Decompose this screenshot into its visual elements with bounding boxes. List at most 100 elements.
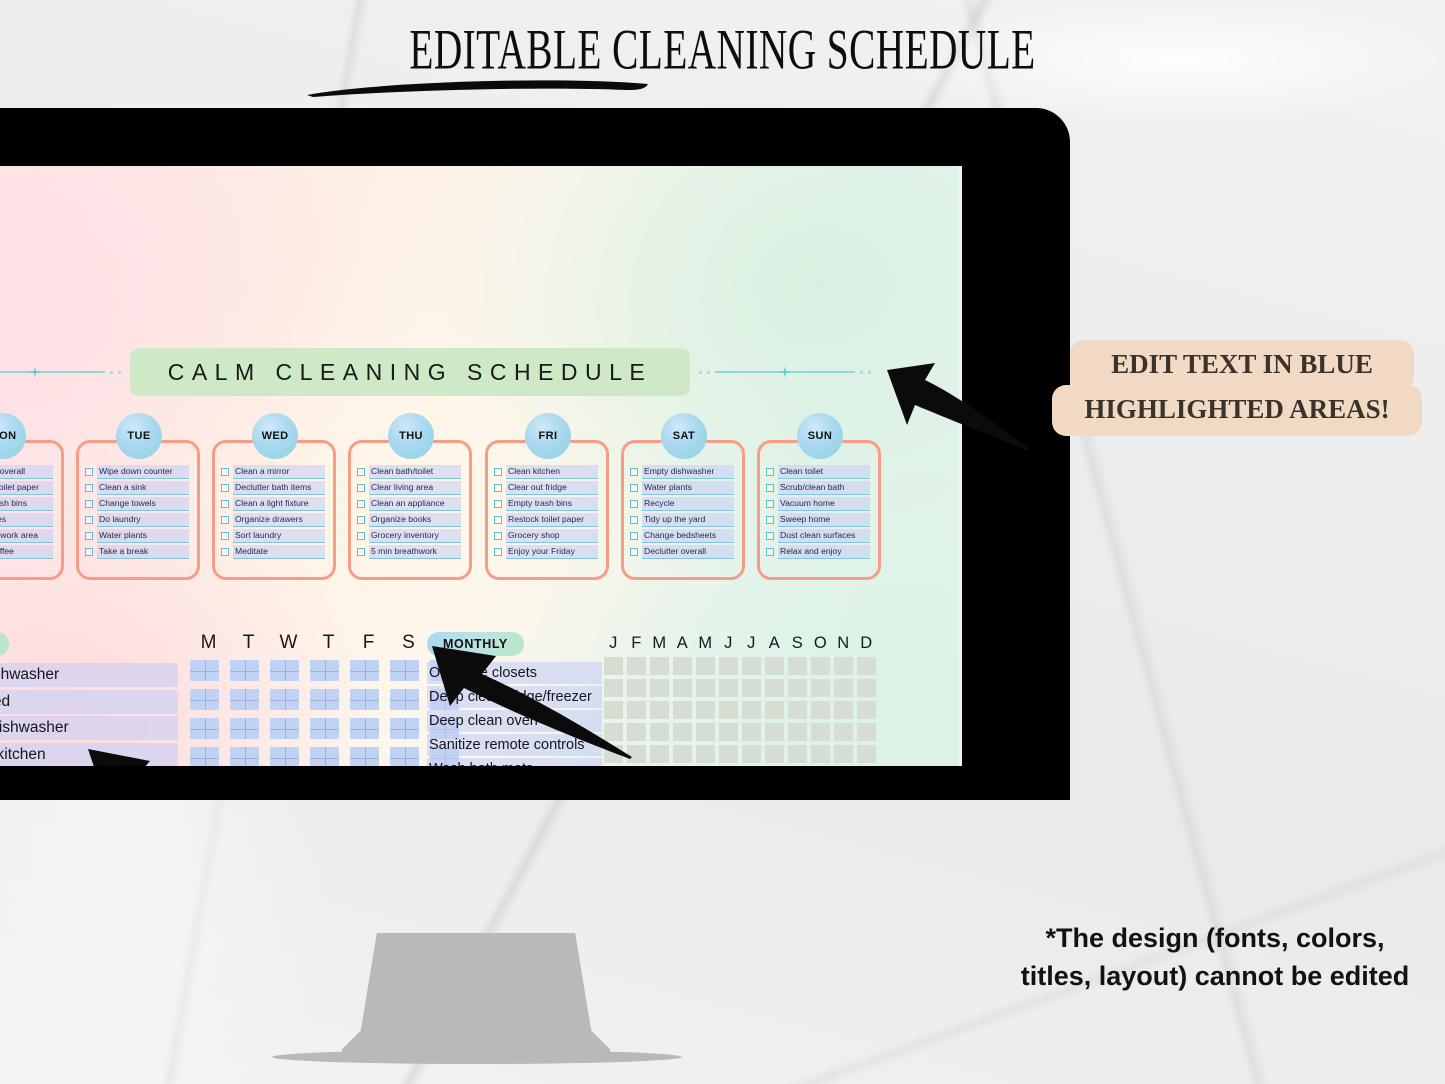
task-text-field[interactable]: Sweep home xyxy=(778,513,870,527)
monthly-grid-cell[interactable] xyxy=(811,723,830,741)
checkbox-icon[interactable] xyxy=(221,516,229,524)
monthly-grid-cell[interactable] xyxy=(650,701,669,719)
task-text-field[interactable]: Declutter bath items xyxy=(233,481,325,495)
monthly-grid-cell[interactable] xyxy=(696,723,715,741)
checkbox-icon[interactable] xyxy=(357,500,365,508)
checkbox-icon[interactable] xyxy=(494,548,502,556)
monthly-grid-cell[interactable] xyxy=(765,679,784,697)
task-text-field[interactable]: Grocery shop xyxy=(506,529,598,543)
monthly-grid-cell[interactable] xyxy=(719,701,738,719)
checkbox-icon[interactable] xyxy=(494,484,502,492)
daily-task-field[interactable]: Load dishwasher xyxy=(0,663,178,687)
monthly-grid-cell[interactable] xyxy=(742,679,761,697)
task-text-field[interactable]: Restock toilet paper xyxy=(506,513,598,527)
monthly-grid-cell[interactable] xyxy=(742,657,761,675)
daily-grid-cell[interactable] xyxy=(390,689,419,710)
task-text-field[interactable]: Organize drawers xyxy=(233,513,325,527)
monthly-grid-cell[interactable] xyxy=(719,723,738,741)
checkbox-icon[interactable] xyxy=(766,468,774,476)
daily-grid-cell[interactable] xyxy=(190,689,219,710)
task-text-field[interactable]: Change bedsheets xyxy=(642,529,734,543)
checkbox-icon[interactable] xyxy=(766,500,774,508)
checkbox-icon[interactable] xyxy=(85,500,93,508)
task-text-field[interactable]: Wipe down counter xyxy=(97,465,189,479)
checkbox-icon[interactable] xyxy=(221,500,229,508)
daily-grid-cell[interactable] xyxy=(190,660,219,681)
task-text-field[interactable]: Take a coffee xyxy=(0,545,53,559)
monthly-grid-cell[interactable] xyxy=(811,701,830,719)
monthly-grid-cell[interactable] xyxy=(788,723,807,741)
task-text-field[interactable]: Sort laundry xyxy=(233,529,325,543)
task-text-field[interactable]: Scrub/clean bath xyxy=(778,481,870,495)
task-text-field[interactable]: Clean a sink xyxy=(97,481,189,495)
task-text-field[interactable]: Declutter overall xyxy=(0,465,53,479)
checkbox-icon[interactable] xyxy=(85,532,93,540)
task-text-field[interactable]: Clean an appliance xyxy=(369,497,461,511)
monthly-grid-cell[interactable] xyxy=(673,701,692,719)
task-text-field[interactable]: Meditate xyxy=(233,545,325,559)
monthly-grid-cell[interactable] xyxy=(742,745,761,763)
task-text-field[interactable]: Restock toilet paper xyxy=(0,481,53,495)
checkbox-icon[interactable] xyxy=(85,484,93,492)
task-text-field[interactable]: Clear living area xyxy=(369,481,461,495)
daily-grid-cell[interactable] xyxy=(230,689,259,710)
monthly-grid-cell[interactable] xyxy=(765,701,784,719)
monthly-grid-cell[interactable] xyxy=(788,745,807,763)
task-text-field[interactable]: Clean kitchen xyxy=(506,465,598,479)
monthly-grid-cell[interactable] xyxy=(857,679,876,697)
monthly-grid-cell[interactable] xyxy=(696,701,715,719)
checkbox-icon[interactable] xyxy=(766,516,774,524)
checkbox-icon[interactable] xyxy=(357,516,365,524)
monthly-grid-cell[interactable] xyxy=(765,745,784,763)
daily-grid-cell[interactable] xyxy=(390,660,419,681)
checkbox-icon[interactable] xyxy=(221,532,229,540)
monthly-grid-cell[interactable] xyxy=(811,745,830,763)
task-text-field[interactable]: Enjoy your Friday xyxy=(506,545,598,559)
monthly-grid-cell[interactable] xyxy=(811,657,830,675)
task-text-field[interactable]: Clean a light fixture xyxy=(233,497,325,511)
checkbox-icon[interactable] xyxy=(494,532,502,540)
monthly-grid-cell[interactable] xyxy=(650,745,669,763)
checkbox-icon[interactable] xyxy=(85,516,93,524)
checkbox-icon[interactable] xyxy=(630,500,638,508)
task-text-field[interactable]: Change towels xyxy=(97,497,189,511)
monthly-grid-cell[interactable] xyxy=(857,723,876,741)
daily-task-field[interactable]: Make bed xyxy=(0,689,178,714)
task-text-field[interactable]: Clean bath/toilet xyxy=(369,465,461,479)
checkbox-icon[interactable] xyxy=(630,516,638,524)
monthly-grid-cell[interactable] xyxy=(811,679,830,697)
daily-grid-cell[interactable] xyxy=(310,747,339,766)
monthly-grid-cell[interactable] xyxy=(673,679,692,697)
daily-grid-cell[interactable] xyxy=(270,660,299,681)
checkbox-icon[interactable] xyxy=(85,548,93,556)
daily-grid-cell[interactable] xyxy=(350,718,379,739)
monthly-grid-cell[interactable] xyxy=(765,723,784,741)
daily-grid-cell[interactable] xyxy=(350,689,379,710)
task-text-field[interactable]: Vacuum home xyxy=(778,497,870,511)
monthly-grid-cell[interactable] xyxy=(650,679,669,697)
checkbox-icon[interactable] xyxy=(357,532,365,540)
daily-grid-cell[interactable] xyxy=(270,747,299,766)
checkbox-icon[interactable] xyxy=(357,548,365,556)
task-text-field[interactable]: Dust clean surfaces xyxy=(778,529,870,543)
daily-grid-cell[interactable] xyxy=(270,718,299,739)
monthly-grid-cell[interactable] xyxy=(788,701,807,719)
task-text-field[interactable]: 5 min breathwork xyxy=(369,545,461,559)
checkbox-icon[interactable] xyxy=(630,548,638,556)
checkbox-icon[interactable] xyxy=(494,468,502,476)
monthly-grid-cell[interactable] xyxy=(696,745,715,763)
checkbox-icon[interactable] xyxy=(494,516,502,524)
monthly-grid-cell[interactable] xyxy=(834,723,853,741)
monthly-grid-cell[interactable] xyxy=(788,657,807,675)
daily-grid-cell[interactable] xyxy=(350,747,379,766)
daily-grid-cell[interactable] xyxy=(390,747,419,766)
checkbox-icon[interactable] xyxy=(766,548,774,556)
task-text-field[interactable]: Tidy up the yard xyxy=(642,513,734,527)
task-text-field[interactable]: Empty trash bins xyxy=(0,497,53,511)
monthly-grid-cell[interactable] xyxy=(834,679,853,697)
checkbox-icon[interactable] xyxy=(494,500,502,508)
checkbox-icon[interactable] xyxy=(630,468,638,476)
monthly-grid-cell[interactable] xyxy=(765,657,784,675)
monthly-grid-cell[interactable] xyxy=(834,657,853,675)
task-text-field[interactable]: Organize work area xyxy=(0,529,53,543)
